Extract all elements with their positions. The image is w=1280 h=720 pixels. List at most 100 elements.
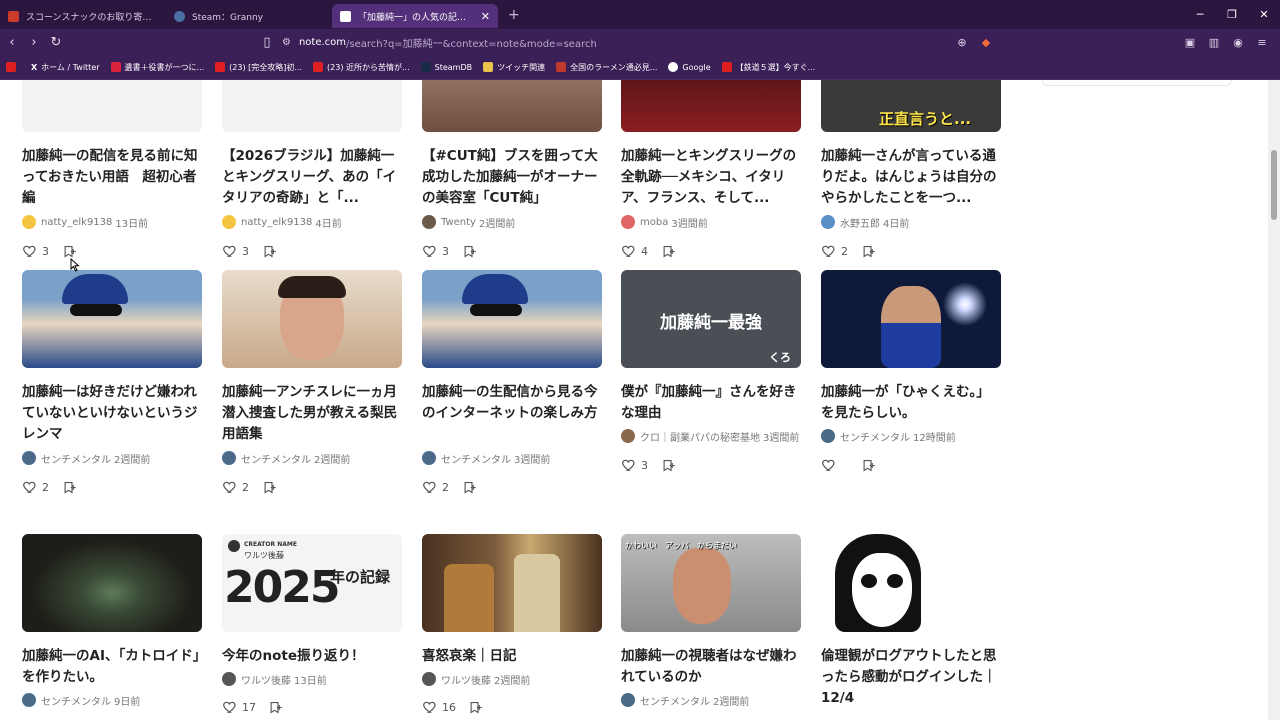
article-title[interactable]: 加藤純一が「ひゃくえむ。」を見たらしい。 (821, 382, 1001, 424)
author-name[interactable]: moba (640, 217, 668, 228)
bookmark-item[interactable]: SteamDB (420, 62, 472, 72)
magazine-add-icon[interactable] (262, 244, 277, 259)
magazine-add-icon[interactable] (268, 700, 283, 715)
article-card[interactable]: 加藤純一とキングスリーグの全軌跡──メキシコ、イタリア、フランス、そして... … (621, 80, 801, 259)
heart-icon[interactable] (222, 479, 238, 495)
author-name[interactable]: センチメンタル (241, 451, 311, 466)
magazine-add-icon[interactable] (462, 480, 477, 495)
magazine-add-icon[interactable] (661, 244, 676, 259)
bookmark-item[interactable]: (23) 近所から苦情が... (313, 62, 410, 73)
heart-icon[interactable] (222, 243, 238, 259)
avatar[interactable] (422, 215, 436, 229)
avatar[interactable] (22, 693, 36, 707)
brave-shield-icon[interactable]: ◆ (974, 36, 998, 49)
article-thumbnail[interactable]: CREATOR NAME ワルツ後藤 2025 年の記録 (222, 534, 402, 632)
article-card[interactable]: 【2026ブラジル】加藤純一とキングスリーグ、あの「イタリアの奇跡」と「... … (222, 80, 402, 259)
author-name[interactable]: センチメンタル (41, 451, 111, 466)
avatar[interactable] (222, 451, 236, 465)
author-name[interactable]: 水野五郎 (840, 215, 880, 230)
bookmark-item[interactable]: (23) [完全攻略]初... (215, 62, 302, 73)
tab-note-search[interactable]: 「加藤純一」の人気の記事一覧｜note ✕ (332, 4, 498, 28)
bookmark-page-icon[interactable]: ▯ (257, 35, 277, 50)
article-thumbnail[interactable]: かわいい アッパ からまだい (621, 534, 801, 632)
article-card[interactable]: 喜怒哀楽｜日記 ワルツ後藤 2週間前 16 (422, 534, 602, 715)
article-title[interactable]: 加藤純一のAI、「カトロイド」を作りたい。 (22, 646, 202, 688)
author-name[interactable]: センチメンタル (840, 429, 910, 444)
article-card[interactable]: 加藤純一の生配信から見る今のインターネットの楽しみ方 センチメンタル 3週間前 2 (422, 270, 602, 495)
article-card[interactable]: 倫理観がログアウトしたと思ったら感動がログインした｜12/4 (821, 534, 1001, 710)
article-card[interactable]: 加藤純一のAI、「カトロイド」を作りたい。 センチメンタル 9日前 (22, 534, 202, 708)
magazine-add-icon[interactable] (62, 480, 77, 495)
avatar[interactable] (621, 693, 635, 707)
article-thumbnail[interactable] (22, 80, 202, 132)
article-title[interactable]: 喜怒哀楽｜日記 (422, 646, 602, 667)
tab-scone-shop[interactable]: スコーンスナックのお取り寄せ | 公式通販 (0, 4, 166, 28)
article-thumbnail[interactable] (22, 534, 202, 632)
author-name[interactable]: ワルツ後藤 (241, 672, 291, 687)
magazine-add-icon[interactable] (861, 244, 876, 259)
close-window-icon[interactable]: ✕ (1248, 8, 1280, 21)
article-card[interactable]: 加藤純一最強 くろ 僕が『加藤純一』さんを好きな理由 クロ｜副業パパの秘密基地 3… (621, 270, 801, 473)
avatar[interactable] (22, 451, 36, 465)
heart-icon[interactable] (821, 457, 837, 473)
heart-icon[interactable] (222, 699, 238, 715)
article-title[interactable]: 倫理観がログアウトしたと思ったら感動がログインした｜12/4 (821, 646, 1001, 710)
article-title[interactable]: 加藤純一とキングスリーグの全軌跡──メキシコ、イタリア、フランス、そして... (621, 146, 801, 210)
url-input[interactable]: ⚙ note.com/search?q=加藤純一&context=note&mo… (282, 31, 1022, 53)
article-card[interactable]: 加藤純一が「ひゃくえむ。」を見たらしい。 センチメンタル 12時間前 (821, 270, 1001, 473)
heart-icon[interactable] (621, 457, 637, 473)
magazine-add-icon[interactable] (262, 480, 277, 495)
avatar[interactable] (821, 215, 835, 229)
author-name[interactable]: natty_elk9138 (41, 217, 112, 228)
magazine-add-icon[interactable] (462, 244, 477, 259)
article-thumbnail[interactable] (821, 534, 1001, 632)
magazine-add-icon[interactable] (62, 244, 77, 259)
article-card[interactable]: 正直言うと... 加藤純一さんが言っている通りだよ。はんじょうは自分のやらかした… (821, 80, 1001, 259)
article-thumbnail[interactable] (22, 270, 202, 368)
new-tab-icon[interactable]: + (508, 7, 520, 23)
avatar[interactable] (22, 215, 36, 229)
author-name[interactable]: natty_elk9138 (241, 217, 312, 228)
page-scrollbar[interactable] (1268, 80, 1280, 720)
article-card[interactable]: CREATOR NAME ワルツ後藤 2025 年の記録 今年のnote振り返り… (222, 534, 402, 715)
forward-icon[interactable]: › (24, 35, 44, 50)
sidebar-toggle-icon[interactable]: ▣ (1178, 36, 1202, 49)
heart-icon[interactable] (22, 479, 38, 495)
minimize-icon[interactable]: ─ (1184, 8, 1216, 21)
article-title[interactable]: 今年のnote振り返り！ (222, 646, 402, 667)
article-title[interactable]: 僕が『加藤純一』さんを好きな理由 (621, 382, 801, 424)
article-card[interactable]: 加藤純一アンチスレに一ヵ月潜入捜査した男が教える梨民用語集 センチメンタル 2週間… (222, 270, 402, 495)
magazine-add-icon[interactable] (661, 458, 676, 473)
article-card[interactable]: 【#CUT純】ブスを囲って大成功した加藤純一がオーナーの美容室「CUT純」 Tw… (422, 80, 602, 259)
article-title[interactable]: 【#CUT純】ブスを囲って大成功した加藤純一がオーナーの美容室「CUT純」 (422, 146, 602, 210)
article-thumbnail[interactable] (222, 270, 402, 368)
bookmark-item[interactable]: Google (668, 62, 711, 72)
article-thumbnail[interactable] (821, 270, 1001, 368)
magazine-add-icon[interactable] (861, 458, 876, 473)
article-thumbnail[interactable]: 正直言うと... (821, 80, 1001, 132)
article-title[interactable]: 加藤純一の視聴者はなぜ嫌われているのか (621, 646, 801, 688)
article-thumbnail[interactable] (422, 80, 602, 132)
heart-icon[interactable] (821, 243, 837, 259)
article-thumbnail[interactable] (422, 270, 602, 368)
menu-icon[interactable]: ≡ (1250, 36, 1274, 49)
restore-icon[interactable]: ❐ (1216, 8, 1248, 21)
tab-steam-granny[interactable]: Steam：Granny (166, 4, 332, 28)
article-title[interactable]: 加藤純一さんが言っている通りだよ。はんじょうは自分のやらかしたことを一つ... (821, 146, 1001, 210)
author-name[interactable]: センチメンタル (640, 693, 710, 708)
bookmark-item[interactable]: 遺書＋役書が一つに... (110, 62, 204, 73)
reload-icon[interactable]: ↻ (46, 35, 66, 50)
avatar[interactable] (422, 451, 436, 465)
heart-icon[interactable] (422, 699, 438, 715)
article-card[interactable]: かわいい アッパ からまだい 加藤純一の視聴者はなぜ嫌われているのか センチメン… (621, 534, 801, 708)
bookmark-item[interactable]: ツイッチ関連 (483, 62, 545, 73)
author-name[interactable]: ワルツ後藤 (441, 672, 491, 687)
heart-icon[interactable] (22, 243, 38, 259)
author-name[interactable]: センチメンタル (41, 693, 111, 708)
back-icon[interactable]: ‹ (2, 35, 22, 50)
bookmark-item[interactable]: X ホーム / Twitter (31, 62, 100, 73)
author-name[interactable]: クロ｜副業パパの秘密基地 (640, 429, 760, 444)
article-title[interactable]: 加藤純一は好きだけど嫌われていないといけないというジレンマ (22, 382, 202, 446)
article-title[interactable]: 【2026ブラジル】加藤純一とキングスリーグ、あの「イタリアの奇跡」と「... (222, 146, 402, 210)
scrollbar-thumb[interactable] (1271, 150, 1277, 220)
